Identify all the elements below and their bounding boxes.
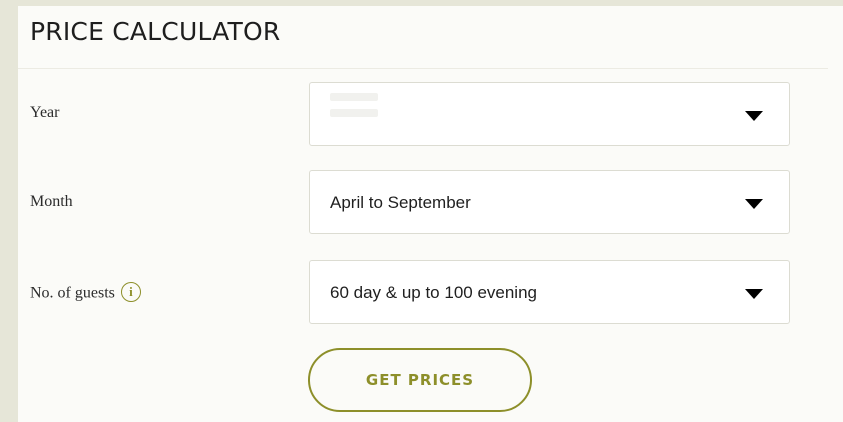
month-select-value: April to September	[330, 193, 471, 212]
guests-select[interactable]: 60 day & up to 100 evening	[309, 260, 790, 324]
guests-label-row: No. of guests i	[30, 282, 141, 304]
price-calculator-panel: PRICE CALCULATOR Year Month April to Sep…	[18, 6, 843, 422]
page-title: PRICE CALCULATOR	[30, 17, 281, 46]
divider	[18, 68, 828, 69]
month-label: Month	[30, 193, 73, 210]
guests-label: No. of guests	[30, 284, 115, 302]
year-select-value-placeholder	[330, 93, 378, 133]
get-prices-button[interactable]: GET PRICES	[308, 348, 532, 412]
info-icon[interactable]: i	[120, 282, 141, 302]
chevron-down-icon	[745, 199, 763, 209]
chevron-down-icon	[745, 289, 763, 299]
year-label: Year	[30, 104, 60, 121]
year-select[interactable]	[309, 82, 790, 146]
chevron-down-icon	[745, 111, 763, 121]
month-select[interactable]: April to September	[309, 170, 790, 234]
guests-select-value: 60 day & up to 100 evening	[330, 283, 537, 302]
